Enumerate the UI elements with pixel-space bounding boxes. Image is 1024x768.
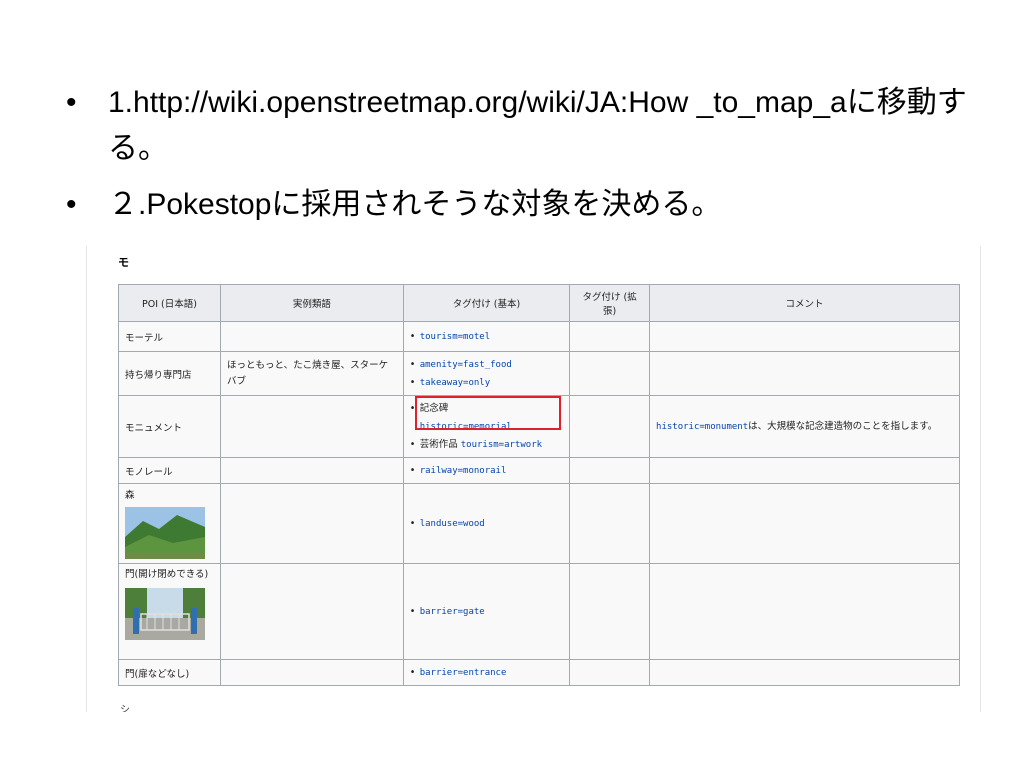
tags-cell: barrier=entrance [402, 659, 571, 686]
comment-cell [649, 321, 960, 352]
examples-cell [219, 483, 404, 564]
comment-cell [649, 659, 960, 686]
tags-cell: amenity=fast_food takeaway=only [402, 351, 571, 396]
poi-cell: 門(開け閉めできる) [118, 563, 221, 660]
tags-cell: tourism=motel [402, 321, 571, 352]
tags-cell: 記念碑 historic=memorial 芸術作品 tourism=artwo… [402, 395, 571, 458]
highlight-box [414, 395, 561, 430]
bullet-text-1: 1.http://wiki.openstreetmap.org/wiki/JA:… [108, 86, 967, 165]
tag-link[interactable]: tourism=motel [420, 332, 490, 342]
tag-link[interactable]: takeaway=only [420, 378, 490, 388]
table-row: 森 landuse=wood [118, 483, 960, 564]
poi-cell: 森 [118, 483, 221, 564]
column-header-tags-extended: タグ付け (拡張) [569, 284, 651, 322]
tag-link[interactable]: barrier=gate [420, 607, 485, 617]
comment-cell [649, 351, 960, 396]
poi-label: 森 [125, 490, 135, 501]
cut-off-heading: シ [120, 705, 130, 712]
tag-link[interactable]: railway=monorail [420, 466, 507, 476]
tags-ext-cell [569, 659, 651, 686]
tags-ext-cell [569, 563, 651, 660]
table-row: 持ち帰り専門店 ほっともっと、たこ焼き屋、スターケバブ amenity=fast… [118, 351, 960, 396]
column-header-comment: コメント [649, 284, 960, 322]
examples-cell [219, 659, 404, 686]
forest-photo[interactable] [125, 507, 205, 559]
poi-cell: モニュメント [118, 395, 221, 458]
tags-ext-cell [569, 351, 651, 396]
comment-cell [649, 483, 960, 564]
examples-cell [219, 321, 404, 352]
tags-ext-cell [569, 457, 651, 484]
table-row: モニュメント 記念碑 historic=memorial [118, 395, 960, 458]
bullet-item-1: • 1.http://wiki.openstreetmap.org/wiki/J… [60, 80, 980, 172]
bullet-dot: • [66, 86, 77, 119]
column-header-examples: 実例類語 [219, 284, 404, 322]
tags-ext-cell [569, 395, 651, 458]
poi-label: 門(開け閉めできる) [125, 569, 209, 580]
memorial-highlight: 記念碑 historic=memorial [414, 395, 561, 436]
table-row: モーテル tourism=motel [118, 321, 960, 352]
bullet-list: • 1.http://wiki.openstreetmap.org/wiki/J… [60, 80, 980, 228]
comment-cell [649, 457, 960, 484]
column-header-tags-basic: タグ付け (基本) [402, 284, 571, 322]
bullet-dot: • [66, 188, 77, 221]
examples-cell [219, 563, 404, 660]
comment-text: は、大規模な記念建造物のことを指します。 [748, 420, 938, 432]
tag-link[interactable]: barrier=entrance [420, 668, 507, 678]
tags-ext-cell [569, 321, 651, 352]
poi-cell: 門(扉などなし) [118, 659, 221, 686]
tag-link[interactable]: amenity=fast_food [420, 360, 512, 370]
tag-link[interactable]: tourism=artwork [461, 440, 542, 450]
examples-cell [219, 395, 404, 458]
slide: • 1.http://wiki.openstreetmap.org/wiki/J… [0, 0, 1024, 768]
table-header-row: POI (日本語) 実例類語 タグ付け (基本) タグ付け (拡張) コメント [118, 284, 960, 322]
comment-cell [649, 563, 960, 660]
tags-cell: railway=monorail [402, 457, 571, 484]
table-row: モノレール railway=monorail [118, 457, 960, 484]
table-row: 門(開け閉めできる) • barrier=gate [118, 563, 960, 660]
tags-cell: landuse=wood [402, 483, 571, 564]
examples-cell: ほっともっと、たこ焼き屋、スターケバブ [219, 351, 404, 396]
section-heading: モ [118, 256, 129, 269]
tags-cell: barrier=gate [402, 563, 571, 660]
poi-table: POI (日本語) 実例類語 タグ付け (基本) タグ付け (拡張) コメント … [118, 284, 960, 686]
wiki-screenshot: モ POI (日本語) 実例類語 タグ付け (基本) タグ付け (拡張) コメン… [86, 246, 981, 712]
examples-cell [219, 457, 404, 484]
poi-cell: モノレール [118, 457, 221, 484]
tag-link[interactable]: landuse=wood [420, 519, 485, 529]
bullet-item-2: • ２.Pokestopに採用されそうな対象を決める。 [60, 182, 980, 228]
comment-tag-link[interactable]: historic=monument [656, 422, 748, 432]
bullet-text-2: ２.Pokestopに採用されそうな対象を決める。 [108, 188, 722, 221]
tag-label: 芸術作品 [419, 438, 458, 450]
tags-ext-cell [569, 483, 651, 564]
column-header-poi: POI (日本語) [118, 284, 221, 322]
table-row: 門(扉などなし) barrier=entrance [118, 659, 960, 686]
comment-cell: historic=monumentは、大規模な記念建造物のことを指します。 [649, 395, 960, 458]
gate-photo[interactable] [125, 588, 205, 640]
poi-cell: 持ち帰り専門店 [118, 351, 221, 396]
poi-cell: モーテル [118, 321, 221, 352]
